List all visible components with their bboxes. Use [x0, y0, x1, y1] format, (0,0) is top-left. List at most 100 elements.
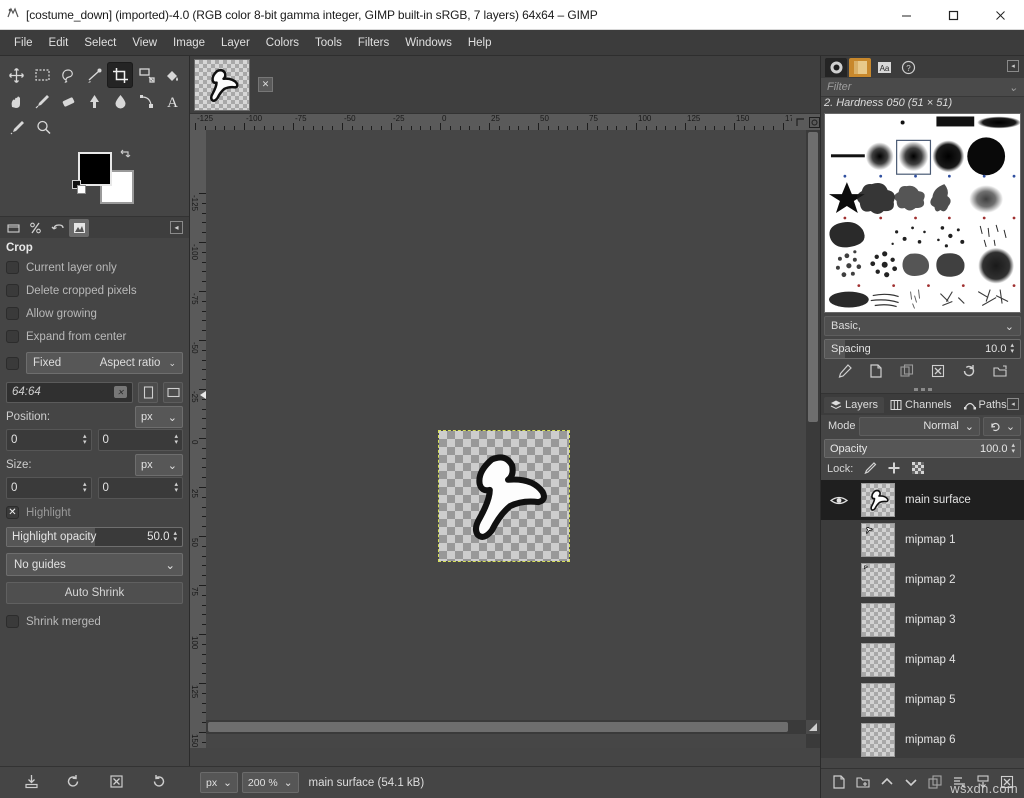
layer-row-mipmap-3[interactable]: mipmap 3	[821, 600, 1024, 640]
bucket-fill-tool[interactable]	[159, 62, 185, 88]
fixed-aspect-combo[interactable]: Fixed Aspect ratio ⌄	[26, 352, 183, 374]
new-brush-icon[interactable]	[868, 363, 884, 382]
checkbox-expand-from-center[interactable]	[6, 330, 19, 343]
patterns-tab[interactable]	[849, 58, 871, 77]
smudge-tool[interactable]	[4, 88, 30, 114]
clone-tool[interactable]	[82, 88, 108, 114]
new-layer-icon[interactable]	[831, 774, 847, 793]
status-unit-combo[interactable]: px ⌄	[200, 772, 238, 793]
eraser-tool[interactable]	[56, 88, 82, 114]
navigation-preview-icon[interactable]	[806, 720, 820, 734]
horizontal-scroll-thumb[interactable]	[208, 722, 788, 732]
swap-colors-icon[interactable]	[118, 148, 132, 162]
vertical-scroll-thumb[interactable]	[808, 132, 818, 422]
edit-brush-icon[interactable]	[837, 363, 853, 382]
tab-paths[interactable]: Paths	[958, 397, 1013, 413]
layer-row-mipmap-4[interactable]: mipmap 4	[821, 640, 1024, 680]
option-expand-from-center[interactable]: Expand from center	[6, 325, 183, 348]
position-unit-combo[interactable]: px ⌄	[135, 406, 183, 428]
menu-filters[interactable]: Filters	[350, 34, 397, 52]
measure-tool[interactable]	[82, 62, 108, 88]
paintbrush-tool[interactable]	[30, 88, 56, 114]
checkbox-fixed[interactable]	[6, 357, 19, 370]
layer-mode-switch[interactable]: ⌄	[983, 417, 1021, 436]
layer-row-mipmap-5[interactable]: mipmap 5	[821, 680, 1024, 720]
unified-transform-tool[interactable]	[133, 62, 159, 88]
delete-brush-icon[interactable]	[930, 363, 946, 382]
option-delete-cropped-pixels[interactable]: Delete cropped pixels	[6, 279, 183, 302]
brush-filter-input[interactable]: Filter ⌄	[821, 78, 1024, 97]
reset-colors-icon[interactable]	[72, 180, 88, 196]
lock-pixels-icon[interactable]	[863, 461, 877, 478]
spinner-arrows[interactable]: ▴▾	[83, 434, 87, 446]
menu-select[interactable]: Select	[76, 34, 124, 52]
close-tab-icon[interactable]: ✕	[258, 77, 273, 92]
layer-opacity-slider[interactable]: Opacity 100.0 ▴▾	[824, 439, 1021, 458]
image-tab-thumbnail[interactable]	[194, 59, 250, 111]
brush-grid[interactable]	[824, 113, 1021, 313]
path-tool[interactable]	[133, 88, 159, 114]
menu-tools[interactable]: Tools	[307, 34, 350, 52]
aspect-ratio-input[interactable]: 64:64 ✕	[6, 382, 133, 403]
position-x-input[interactable]: 0 ▴▾	[6, 429, 92, 451]
checkbox-current-layer-only[interactable]	[6, 261, 19, 274]
checkbox-delete-cropped-pixels[interactable]	[6, 284, 19, 297]
clear-icon[interactable]: ✕	[114, 386, 127, 398]
text-tool[interactable]: A	[159, 88, 185, 114]
refresh-brushes-icon[interactable]	[961, 363, 977, 382]
tab-layers[interactable]: Layers	[824, 397, 884, 413]
spinner-arrows[interactable]: ▴▾	[174, 482, 178, 494]
spinner-arrows[interactable]: ▴▾	[174, 434, 178, 446]
brush-set-combo[interactable]: Basic, ⌄	[824, 316, 1021, 336]
option-shrink-merged[interactable]: Shrink merged	[6, 610, 183, 633]
option-highlight[interactable]: ✕ Highlight	[6, 501, 183, 524]
menu-layer[interactable]: Layer	[213, 34, 258, 52]
canvas-area[interactable]	[206, 130, 806, 748]
checkbox-shrink-merged[interactable]	[6, 615, 19, 628]
menu-help[interactable]: Help	[460, 34, 500, 52]
guides-combo[interactable]: No guides ⌄	[6, 553, 183, 576]
color-picker-tool[interactable]	[4, 114, 30, 140]
dock-menu-icon[interactable]: ◂	[1007, 398, 1019, 410]
image-canvas[interactable]	[439, 431, 569, 561]
percent-icon[interactable]	[25, 219, 45, 237]
fonts-tab[interactable]: Aa	[873, 58, 895, 77]
vertical-scrollbar[interactable]	[806, 130, 820, 748]
option-allow-growing[interactable]: Allow growing	[6, 302, 183, 325]
lock-alpha-icon[interactable]	[911, 461, 925, 478]
menu-windows[interactable]: Windows	[397, 34, 460, 52]
reset-tool-options-icon[interactable]	[150, 773, 167, 793]
free-select-tool[interactable]	[56, 62, 82, 88]
brushes-tab[interactable]	[825, 58, 847, 77]
size-unit-combo[interactable]: px ⌄	[135, 454, 183, 476]
new-layer-group-icon[interactable]	[855, 774, 871, 793]
position-y-input[interactable]: 0 ▴▾	[98, 429, 184, 451]
checkbox-highlight[interactable]: ✕	[6, 506, 19, 519]
blur-tool[interactable]	[107, 88, 133, 114]
horizontal-scrollbar[interactable]	[206, 720, 806, 734]
duplicate-brush-icon[interactable]	[899, 363, 915, 382]
layer-visibility-toggle[interactable]	[821, 494, 857, 507]
portrait-icon[interactable]	[138, 382, 158, 403]
minimize-button[interactable]	[883, 0, 930, 30]
menu-file[interactable]: File	[6, 34, 41, 52]
horizontal-ruler[interactable]: -125-100-75-50-250255075100125150175	[190, 114, 820, 130]
layer-list[interactable]: main surface mipmap 1 mipmap 2	[821, 480, 1024, 758]
document-history-tab[interactable]: ?	[897, 58, 919, 77]
menu-view[interactable]: View	[124, 34, 165, 52]
maximize-button[interactable]	[930, 0, 977, 30]
save-tool-options-icon[interactable]	[23, 773, 40, 793]
brush-grid-scrollbar[interactable]	[1012, 196, 1021, 396]
landscape-icon[interactable]	[163, 382, 183, 403]
close-button[interactable]	[977, 0, 1024, 30]
checkbox-allow-growing[interactable]	[6, 307, 19, 320]
layer-row-mipmap-6[interactable]: mipmap 6	[821, 720, 1024, 758]
size-width-input[interactable]: 0 ▴▾	[6, 477, 92, 499]
images-icon[interactable]	[69, 219, 89, 237]
delete-tool-options-icon[interactable]	[108, 773, 125, 793]
status-zoom-combo[interactable]: 200 % ⌄	[242, 772, 299, 793]
menu-colors[interactable]: Colors	[258, 34, 307, 52]
dock-separator-grip[interactable]	[821, 385, 1024, 393]
move-tool[interactable]	[4, 62, 30, 88]
highlight-opacity-slider[interactable]: Highlight opacity 50.0 ▴▾	[6, 527, 183, 547]
